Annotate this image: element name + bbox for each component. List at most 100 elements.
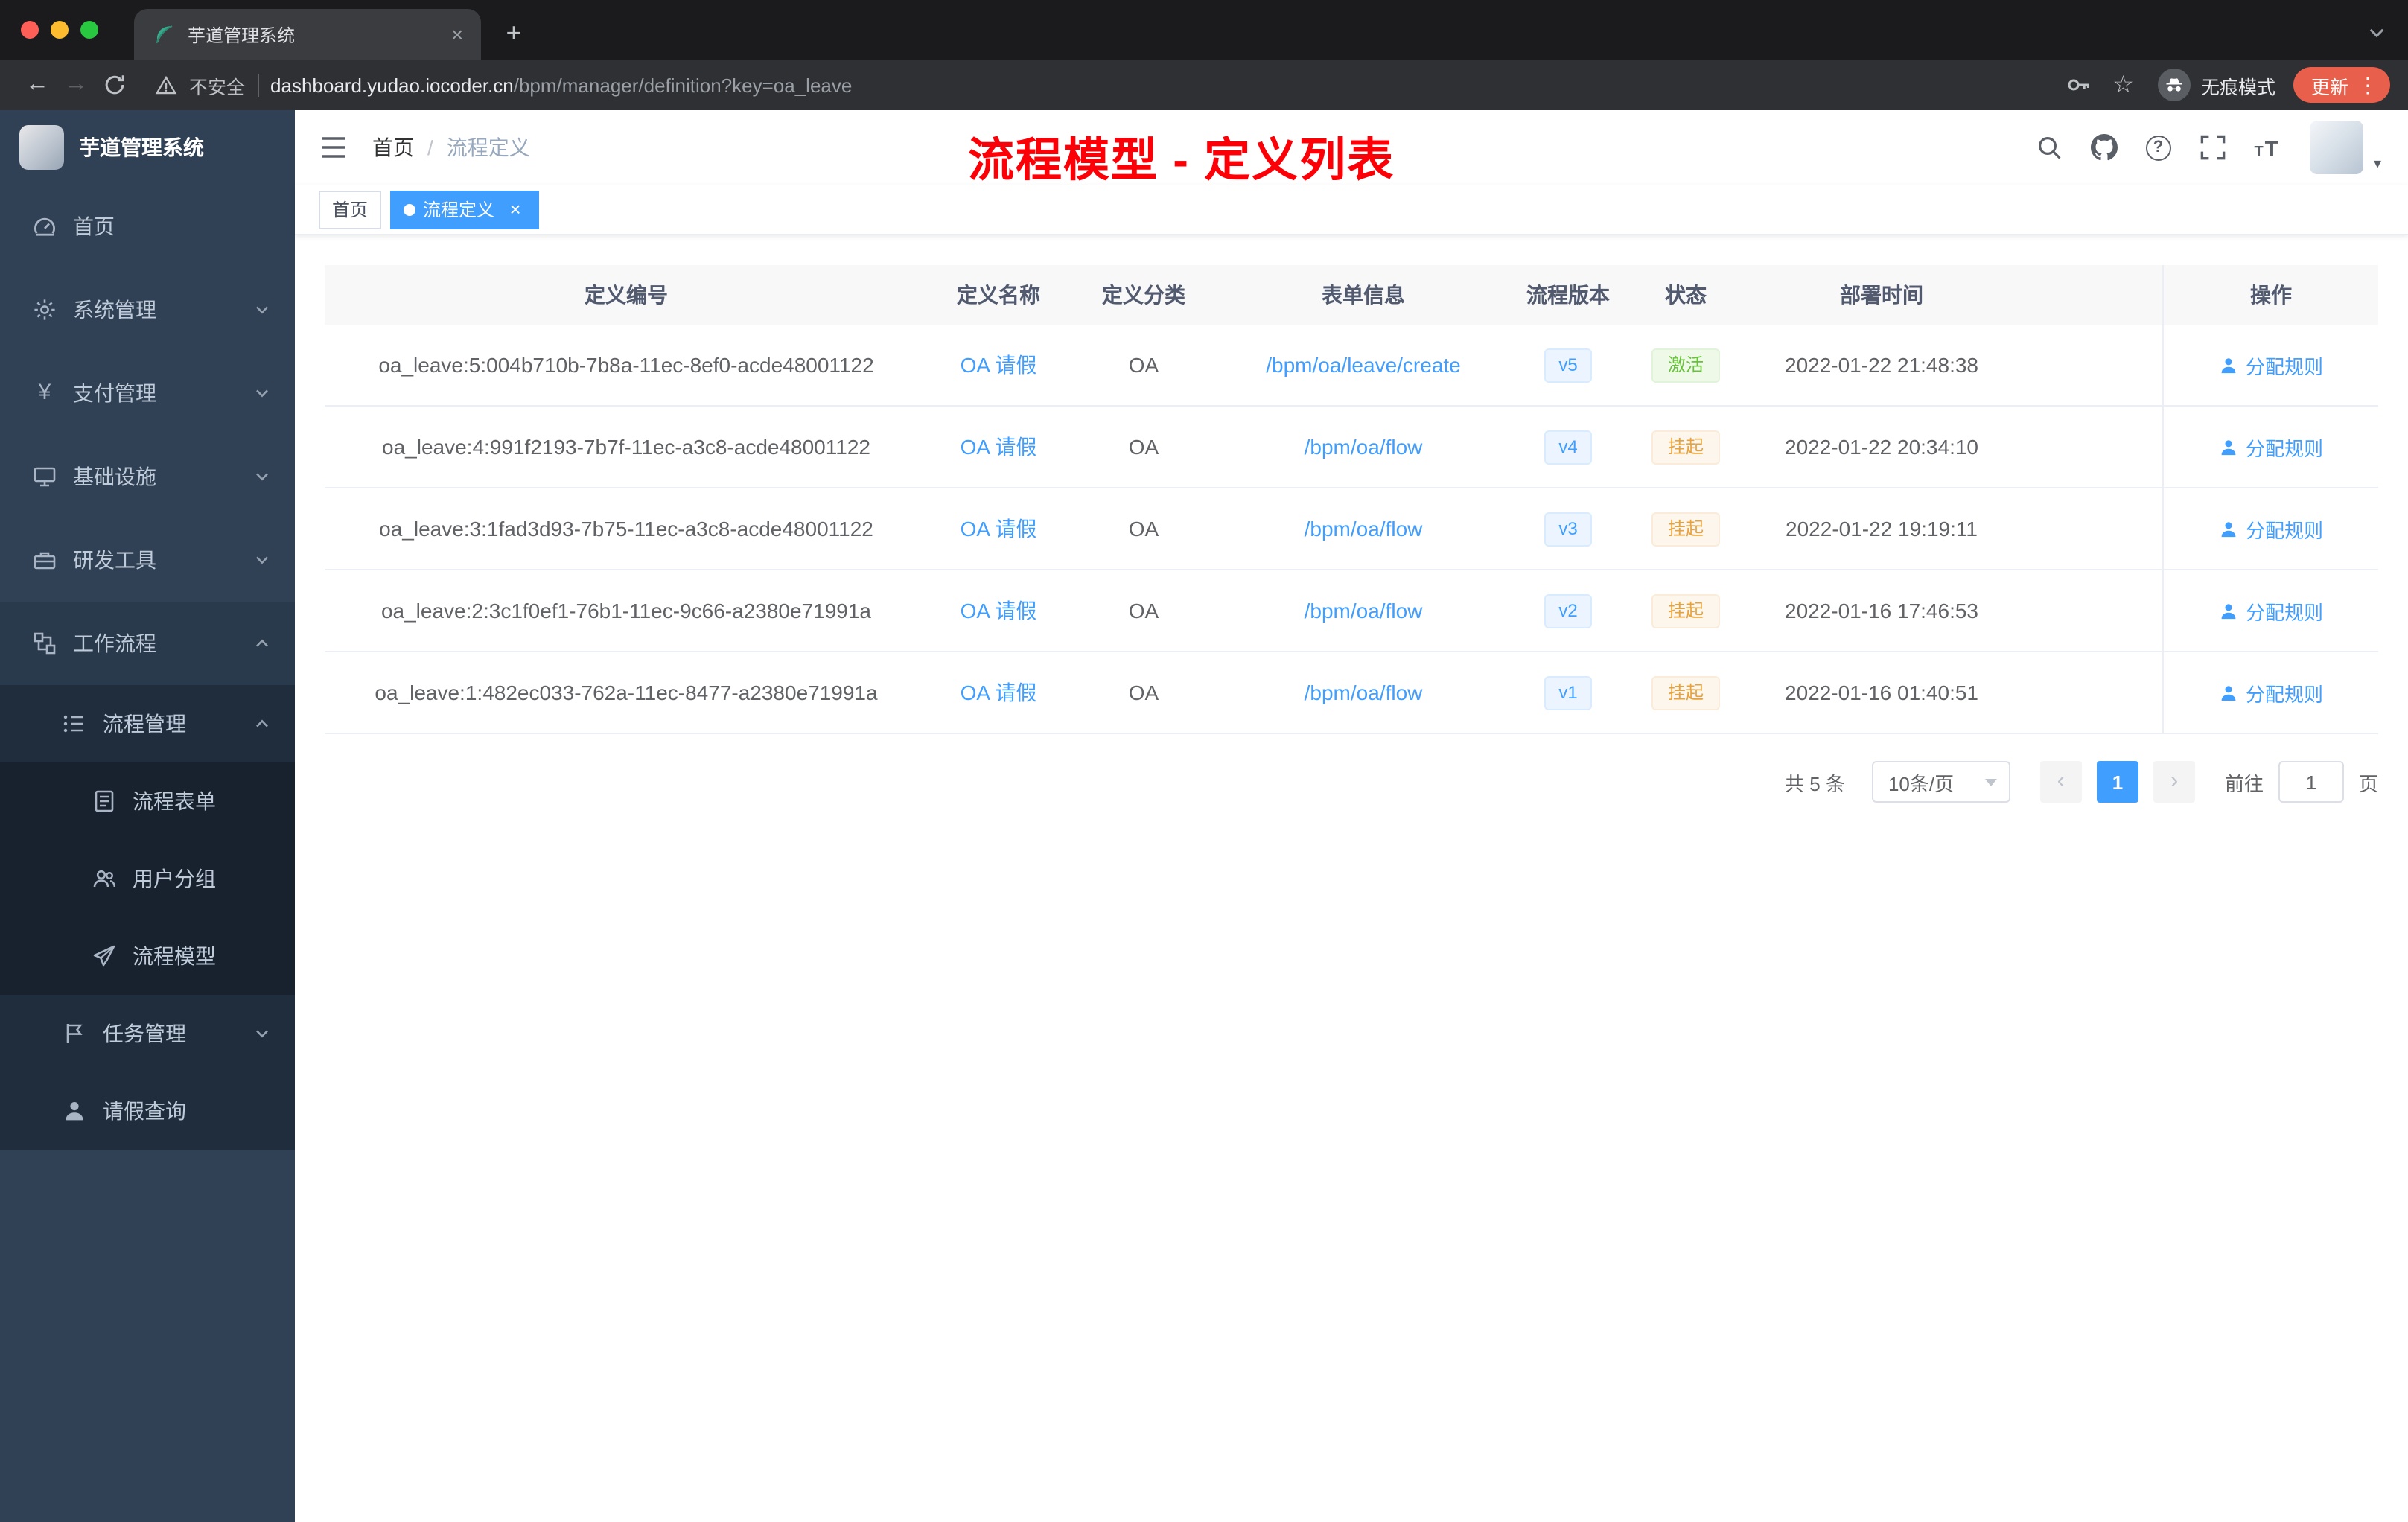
sidebar-item-task-management[interactable]: 任务管理 [0,995,295,1072]
assign-rule-label: 分配规则 [2245,437,2323,459]
password-key-icon[interactable] [2065,71,2092,98]
hamburger-icon[interactable] [319,133,348,162]
logo-title: 芋道管理系统 [79,136,204,159]
github-icon[interactable] [2090,134,2118,161]
sidebar-item-payment[interactable]: ¥ 支付管理 [0,351,295,435]
table-header-row: 定义编号 定义名称 定义分类 表单信息 流程版本 状态 部署时间 操作 [325,265,2378,325]
page-size-select[interactable]: 10条/页 [1871,761,2010,803]
incognito-icon [2157,69,2191,101]
address-bar[interactable]: 不安全 dashboard.yudao.iocoder.cn/bpm/manag… [146,64,2041,106]
column-header-deploy-time: 部署时间 [1840,283,1923,307]
font-size-large-t: T [2264,137,2278,162]
forward-button[interactable]: → [57,66,95,104]
security-label: 不安全 [189,77,246,98]
app: 芋道管理系统 首页 系统管理 ¥ 支付管理 基础设施 研发工具 工作流程 流程管… [0,110,2408,1522]
fullscreen-icon[interactable] [2199,134,2226,161]
sidebar-item-user-group[interactable]: 用户分组 [0,840,295,917]
gear-icon [33,298,57,322]
chevron-down-icon [253,468,271,485]
tag-active-dot-icon [404,203,416,215]
sidebar-item-label: 流程模型 [133,944,216,968]
chevron-down-icon [253,301,271,319]
table-row: oa_leave:2:3c1f0ef1-76b1-11ec-9c66-a2380… [325,570,2378,652]
new-tab-button[interactable]: + [496,18,532,49]
cell-filler [2019,488,2162,569]
tab-close-icon[interactable]: × [445,22,469,46]
pagination: 共 5 条 10条/页 ‹ 1 › 前往 页 [325,761,2378,803]
sidebar-item-system[interactable]: 系统管理 [0,268,295,351]
sidebar-item-workflow[interactable]: 工作流程 [0,602,295,685]
back-button[interactable]: ← [18,66,57,104]
assign-rule-link[interactable]: 分配规则 [2219,433,2323,461]
definition-name-link[interactable]: OA 请假 [961,596,1037,625]
form-icon [92,789,116,813]
bookmark-star-icon[interactable]: ☆ [2112,70,2134,100]
sidebar-item-process-model[interactable]: 流程模型 [0,917,295,995]
tag-label: 首页 [332,200,369,220]
reload-icon[interactable] [95,66,134,104]
table-row: oa_leave:4:991f2193-7b7f-11ec-a3c8-acde4… [325,407,2378,488]
table-row: oa_leave:3:1fad3d93-7b75-11ec-a3c8-acde4… [325,488,2378,570]
sidebar-item-process-management[interactable]: 流程管理 [0,685,295,762]
search-icon[interactable] [2035,134,2062,161]
breadcrumb-home[interactable]: 首页 [372,133,414,162]
sidebar-item-label: 研发工具 [73,548,156,572]
tag-process-definition[interactable]: 流程定义 × [390,190,540,229]
select-caret-icon [1984,778,1997,786]
logo[interactable]: 芋道管理系统 [0,110,295,185]
browser-tab[interactable]: 芋道管理系统 × [134,9,481,60]
form-link[interactable]: /bpm/oa/flow [1305,681,1423,704]
assign-rule-link[interactable]: 分配规则 [2219,596,2323,625]
prev-page-button[interactable]: ‹ [2039,761,2082,803]
definition-name-link[interactable]: OA 请假 [961,678,1037,707]
definition-name-link[interactable]: OA 请假 [961,432,1037,462]
url-text: dashboard.yudao.iocoder.cn/bpm/manager/d… [270,74,852,96]
sidebar-item-infrastructure[interactable]: 基础设施 [0,435,295,518]
assign-rule-link[interactable]: 分配规则 [2219,678,2323,707]
sidebar-item-home[interactable]: 首页 [0,185,295,268]
font-size-small-t: T [2254,144,2264,161]
definition-name-link[interactable]: OA 请假 [961,514,1037,544]
tab-search-chevron-icon[interactable] [2366,22,2387,43]
update-button[interactable]: 更新 ⋮ [2293,67,2390,103]
assign-rule-label: 分配规则 [2245,519,2323,541]
user-avatar[interactable]: ▾ [2310,121,2381,174]
form-link[interactable]: /bpm/oa/flow [1305,435,1423,459]
goto-page-input[interactable] [2278,761,2344,803]
form-link[interactable]: /bpm/oa/flow [1305,599,1423,623]
sidebar-item-label: 流程管理 [103,712,186,736]
definition-name-link[interactable]: OA 请假 [961,350,1037,380]
flag-icon [63,1022,86,1045]
help-icon[interactable]: ? [2145,135,2171,160]
avatar-caret-icon: ▾ [2373,156,2381,173]
column-header-category: 定义分类 [1102,283,1185,307]
sidebar-item-label: 系统管理 [73,298,156,322]
window-minimize-button[interactable] [51,21,69,39]
page-size-value: 10条/页 [1888,772,1955,795]
url-host: dashboard.yudao.iocoder.cn [270,74,514,96]
sidebar-item-label: 用户分组 [133,867,216,891]
cell-deploy-time: 2022-01-22 20:34:10 [1785,435,1978,459]
page-1-button[interactable]: 1 [2096,761,2138,803]
font-size-icon[interactable]: TT [2254,134,2278,161]
sidebar-item-label: 支付管理 [73,381,156,405]
assign-rule-label: 分配规则 [2245,355,2323,378]
form-link[interactable]: /bpm/oa/leave/create [1266,353,1461,377]
incognito-label: 无痕模式 [2200,77,2275,98]
pagination-total: 共 5 条 [1785,772,1845,795]
site-favicon-icon [152,22,176,46]
tag-close-icon[interactable]: × [505,198,526,220]
tag-home[interactable]: 首页 [319,190,382,229]
window-zoom-button[interactable] [80,21,98,39]
form-link[interactable]: /bpm/oa/flow [1305,517,1423,541]
window-close-button[interactable] [21,21,39,39]
assign-rule-link[interactable]: 分配规则 [2219,351,2323,379]
sidebar-item-leave-query[interactable]: 请假查询 [0,1072,295,1150]
assign-rule-link[interactable]: 分配规则 [2219,515,2323,543]
sidebar-item-devtools[interactable]: 研发工具 [0,518,295,602]
main: 定义编号 定义名称 定义分类 表单信息 流程版本 状态 部署时间 操作 oa_l… [295,235,2408,1522]
sidebar-item-process-form[interactable]: 流程表单 [0,762,295,840]
next-page-button[interactable]: › [2153,761,2195,803]
browser-tab-strip: 芋道管理系统 × + [0,0,2408,60]
browser-menu-icon[interactable]: ⋮ [2357,72,2378,98]
